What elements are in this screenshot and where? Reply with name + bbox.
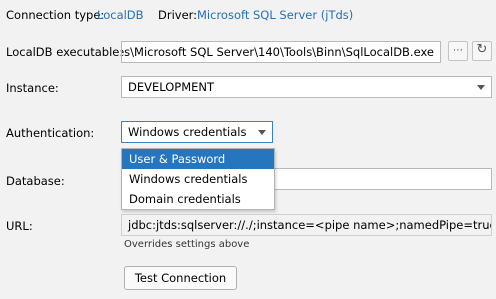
database-field[interactable] — [273, 168, 492, 190]
refresh-button[interactable]: ↻ — [472, 41, 492, 61]
url-value: jdbc:jtds:sqlserver://./;instance=<pipe … — [128, 218, 492, 232]
url-hint: Overrides settings above — [124, 239, 250, 250]
url-label: URL: — [6, 219, 33, 233]
localdb-executable-label: LocalDB executable: — [6, 45, 124, 59]
test-connection-label: Test Connection — [134, 271, 227, 285]
driver-label: Driver: — [158, 8, 198, 22]
chevron-down-icon — [258, 130, 266, 135]
ellipsis-icon: ⋯ — [453, 45, 463, 56]
instance-value: DEVELOPMENT — [128, 80, 215, 94]
database-label: Database: — [6, 174, 65, 188]
auth-option-windows-credentials[interactable]: Windows credentials — [122, 169, 274, 189]
authentication-combobox[interactable]: Windows credentials — [121, 121, 273, 143]
authentication-dropdown: User & Password Windows credentials Doma… — [121, 148, 275, 210]
auth-option-user-password[interactable]: User & Password — [122, 149, 274, 169]
authentication-label: Authentication: — [6, 126, 95, 140]
test-connection-button[interactable]: Test Connection — [124, 266, 237, 290]
connection-type-label: Connection type: — [6, 8, 105, 22]
refresh-icon: ↻ — [476, 42, 488, 57]
browse-button[interactable]: ⋯ — [448, 41, 468, 61]
url-field[interactable]: jdbc:jtds:sqlserver://./;instance=<pipe … — [121, 214, 492, 236]
instance-label: Instance: — [6, 81, 59, 95]
chevron-down-icon — [477, 85, 485, 90]
authentication-value: Windows credentials — [128, 125, 247, 139]
instance-combobox[interactable]: DEVELOPMENT — [121, 76, 492, 98]
localdb-executable-field[interactable]: files\Microsoft SQL Server\140\Tools\Bin… — [121, 41, 441, 63]
connection-type-link[interactable]: LocalDB — [97, 8, 144, 22]
driver-link[interactable]: Microsoft SQL Server (jTds) — [197, 8, 353, 22]
auth-option-domain-credentials[interactable]: Domain credentials — [122, 189, 274, 209]
localdb-executable-value: files\Microsoft SQL Server\140\Tools\Bin… — [121, 45, 434, 59]
